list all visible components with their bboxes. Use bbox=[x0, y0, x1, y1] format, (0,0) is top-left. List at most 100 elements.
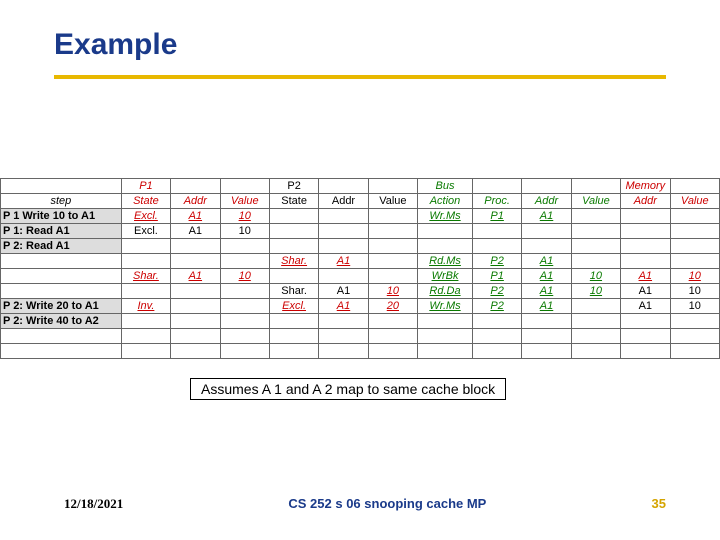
cell: Excl. bbox=[121, 209, 170, 224]
hdr-bus-addr: Addr bbox=[522, 194, 571, 209]
cell bbox=[121, 314, 170, 329]
cell: 10 bbox=[368, 284, 417, 299]
hdr-p1-state: State bbox=[121, 194, 170, 209]
cell bbox=[220, 314, 269, 329]
table-row: Shar.A110WrBkP1A110A110 bbox=[1, 269, 720, 284]
cell: A1 bbox=[621, 269, 670, 284]
table-row: P 2: Write 20 to A1Inv.Excl.A120Wr.MsP2A… bbox=[1, 299, 720, 314]
cell bbox=[368, 269, 417, 284]
group-p2: P2 bbox=[269, 179, 318, 194]
cell: P 1 Write 10 to A1 bbox=[1, 209, 122, 224]
hdr-p1-value: Value bbox=[220, 194, 269, 209]
cell bbox=[670, 254, 719, 269]
title-rule bbox=[54, 75, 666, 79]
cell bbox=[171, 299, 220, 314]
cell bbox=[319, 209, 368, 224]
cell bbox=[621, 224, 670, 239]
footer-page: 35 bbox=[652, 496, 666, 512]
hdr-bus-value: Value bbox=[571, 194, 620, 209]
cell bbox=[670, 239, 719, 254]
cell bbox=[368, 254, 417, 269]
cell bbox=[220, 284, 269, 299]
hdr-p1-addr: Addr bbox=[171, 194, 220, 209]
cell bbox=[472, 224, 521, 239]
cell bbox=[418, 314, 473, 329]
footer: 12/18/2021 CS 252 s 06 snooping cache MP… bbox=[0, 496, 720, 512]
table-row: P 2: Write 40 to A2 bbox=[1, 314, 720, 329]
cell: A1 bbox=[621, 284, 670, 299]
cell bbox=[418, 239, 473, 254]
cell bbox=[472, 239, 521, 254]
cell bbox=[1, 284, 122, 299]
cell: 10 bbox=[670, 284, 719, 299]
hdr-bus-action: Action bbox=[418, 194, 473, 209]
cell bbox=[319, 224, 368, 239]
cell: A1 bbox=[522, 254, 571, 269]
cell bbox=[121, 284, 170, 299]
header-row: step State Addr Value State Addr Value A… bbox=[1, 194, 720, 209]
hdr-p2-value: Value bbox=[368, 194, 417, 209]
cell: Wr.Ms bbox=[418, 209, 473, 224]
cell: P2 bbox=[472, 299, 521, 314]
cell: P1 bbox=[472, 269, 521, 284]
cell: 10 bbox=[670, 269, 719, 284]
cell: P2 bbox=[472, 284, 521, 299]
cell: A1 bbox=[171, 269, 220, 284]
cell: A1 bbox=[319, 299, 368, 314]
cell: Excl. bbox=[269, 299, 318, 314]
cell bbox=[171, 239, 220, 254]
cell bbox=[121, 239, 170, 254]
cell: P 2: Read A1 bbox=[1, 239, 122, 254]
cell: P2 bbox=[472, 254, 521, 269]
cell bbox=[522, 239, 571, 254]
cell bbox=[269, 239, 318, 254]
cell bbox=[171, 254, 220, 269]
group-bus: Bus bbox=[418, 179, 473, 194]
cell: A1 bbox=[621, 299, 670, 314]
cell bbox=[621, 239, 670, 254]
cell bbox=[220, 239, 269, 254]
cell: 10 bbox=[571, 284, 620, 299]
cell: Shar. bbox=[269, 254, 318, 269]
cell bbox=[571, 224, 620, 239]
cell bbox=[621, 254, 670, 269]
caption-box: Assumes A 1 and A 2 map to same cache bl… bbox=[190, 378, 506, 400]
cell bbox=[571, 239, 620, 254]
cell bbox=[368, 209, 417, 224]
cell bbox=[319, 269, 368, 284]
cell bbox=[522, 314, 571, 329]
cell bbox=[621, 209, 670, 224]
cell bbox=[220, 254, 269, 269]
hdr-bus-proc: Proc. bbox=[472, 194, 521, 209]
cell bbox=[220, 299, 269, 314]
cell: Rd.Da bbox=[418, 284, 473, 299]
cell: 10 bbox=[220, 224, 269, 239]
cell: Shar. bbox=[121, 269, 170, 284]
cell: Wr.Ms bbox=[418, 299, 473, 314]
cell bbox=[621, 314, 670, 329]
cell bbox=[418, 224, 473, 239]
cell: A1 bbox=[522, 269, 571, 284]
table-row-empty bbox=[1, 344, 720, 359]
cell: P 2: Write 40 to A2 bbox=[1, 314, 122, 329]
hdr-p2-state: State bbox=[269, 194, 318, 209]
footer-date: 12/18/2021 bbox=[64, 496, 123, 512]
cell: Excl. bbox=[121, 224, 170, 239]
cell bbox=[571, 314, 620, 329]
cell bbox=[171, 284, 220, 299]
page-title: Example bbox=[54, 28, 177, 62]
cell bbox=[522, 224, 571, 239]
table-row-empty bbox=[1, 329, 720, 344]
cell: A1 bbox=[171, 224, 220, 239]
cell bbox=[1, 254, 122, 269]
cell bbox=[269, 209, 318, 224]
cell: 10 bbox=[571, 269, 620, 284]
cell: A1 bbox=[319, 254, 368, 269]
cell: WrBk bbox=[418, 269, 473, 284]
cell bbox=[571, 209, 620, 224]
cell: 10 bbox=[670, 299, 719, 314]
group-p1: P1 bbox=[121, 179, 170, 194]
table-row: P 1: Read A1Excl.A110 bbox=[1, 224, 720, 239]
cell bbox=[571, 254, 620, 269]
cell: Rd.Ms bbox=[418, 254, 473, 269]
